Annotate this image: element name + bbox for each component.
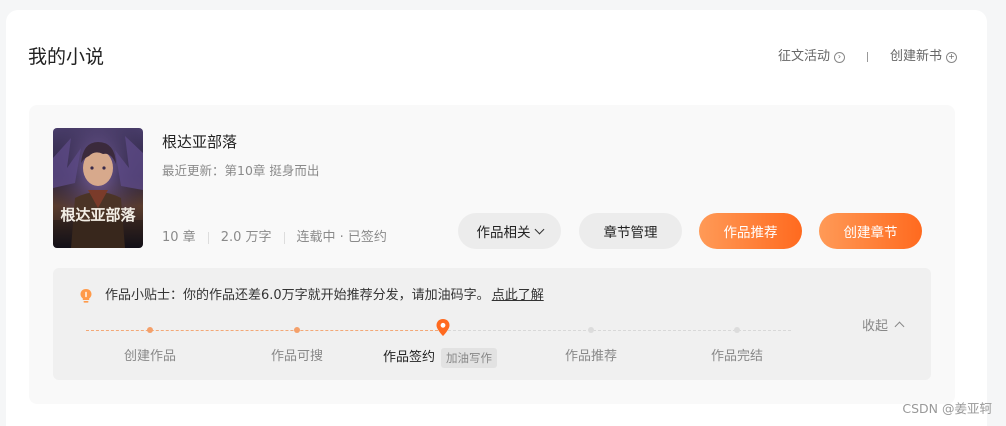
create-chapter-button[interactable]: 创建章节 (819, 213, 922, 249)
work-recommend-button[interactable]: 作品推荐 (699, 213, 802, 249)
tip-line: 作品小贴士：你的作品还差6.0万字就开始推荐分发，请加油码字。 点此了解 (79, 287, 544, 305)
header-divider (866, 52, 868, 62)
watermark: CSDN @姜亚轲 (902, 401, 992, 416)
header-actions: 征文活动 › 创建新书 + (778, 48, 957, 66)
work-related-label: 作品相关 (476, 225, 531, 241)
step-signed-label: 作品签约 (383, 350, 436, 365)
step-dot-2 (294, 327, 300, 333)
step-recommend-label: 作品推荐 (564, 349, 618, 364)
create-book-label: 创建新书 (889, 49, 942, 64)
step-dot-4 (588, 327, 594, 333)
contest-link[interactable]: 征文活动 › (778, 48, 845, 66)
step-dot-1 (147, 327, 153, 333)
learn-more-link[interactable]: 点此了解 (492, 287, 544, 305)
work-related-dropdown[interactable]: 作品相关 (458, 213, 561, 249)
tip-text: 作品小贴士：你的作品还差6.0万字就开始推荐分发，请加油码字。 (105, 288, 490, 303)
chevron-down-icon (534, 224, 544, 234)
book-panel: 根达亚部落 根达亚部落 最近更新：第10章 挺身而出 10 章 2.0 万字 连… (29, 105, 955, 404)
stat-divider (207, 232, 209, 244)
stat-divider (283, 232, 285, 244)
last-update: 最近更新：第10章 挺身而出 (162, 163, 320, 178)
circle-plus-icon: + (946, 51, 957, 63)
tips-box: 作品小贴士：你的作品还差6.0万字就开始推荐分发，请加油码字。 点此了解 收起 (53, 268, 931, 380)
book-cover-art: 根达亚部落 (53, 128, 143, 248)
lightbulb-icon (80, 289, 92, 303)
step-create-label: 创建作品 (123, 349, 177, 364)
keep-writing-badge: 加油写作 (441, 348, 498, 368)
chapter-count: 10 章 (162, 230, 196, 245)
my-novels-card: 我的小说 征文活动 › 创建新书 + 根达亚部落 根达亚部落 最近更新：第10章… (6, 10, 987, 426)
step-dot-5 (734, 327, 740, 333)
step-signed: 作品签约 加油写作 (383, 348, 498, 368)
book-status: 连载中 · 已签约 (296, 230, 387, 245)
chapter-manage-button[interactable]: 章节管理 (579, 213, 682, 249)
step-searchable-label: 作品可搜 (270, 349, 324, 364)
cover-title-text: 根达亚部落 (60, 206, 136, 224)
collapse-label: 收起 (861, 319, 888, 334)
create-book-link[interactable]: 创建新书 + (890, 48, 957, 66)
book-stats: 10 章 2.0 万字 连载中 · 已签约 (162, 229, 387, 247)
progress-done-line (86, 330, 443, 331)
current-step-pin-icon (436, 319, 450, 336)
progress-track (86, 319, 791, 336)
page-title: 我的小说 (28, 46, 105, 68)
circle-arrow-right-icon: › (833, 51, 845, 63)
word-count: 2.0 万字 (220, 230, 272, 245)
collapse-toggle[interactable]: 收起 (861, 315, 905, 334)
book-cover[interactable]: 根达亚部落 (53, 128, 143, 248)
chevron-up-icon (894, 321, 905, 332)
book-actions: 作品相关 章节管理 作品推荐 创建章节 (458, 213, 922, 249)
contest-label: 征文活动 (777, 49, 830, 64)
book-title[interactable]: 根达亚部落 (162, 132, 237, 152)
step-completed-label: 作品完结 (710, 349, 764, 364)
